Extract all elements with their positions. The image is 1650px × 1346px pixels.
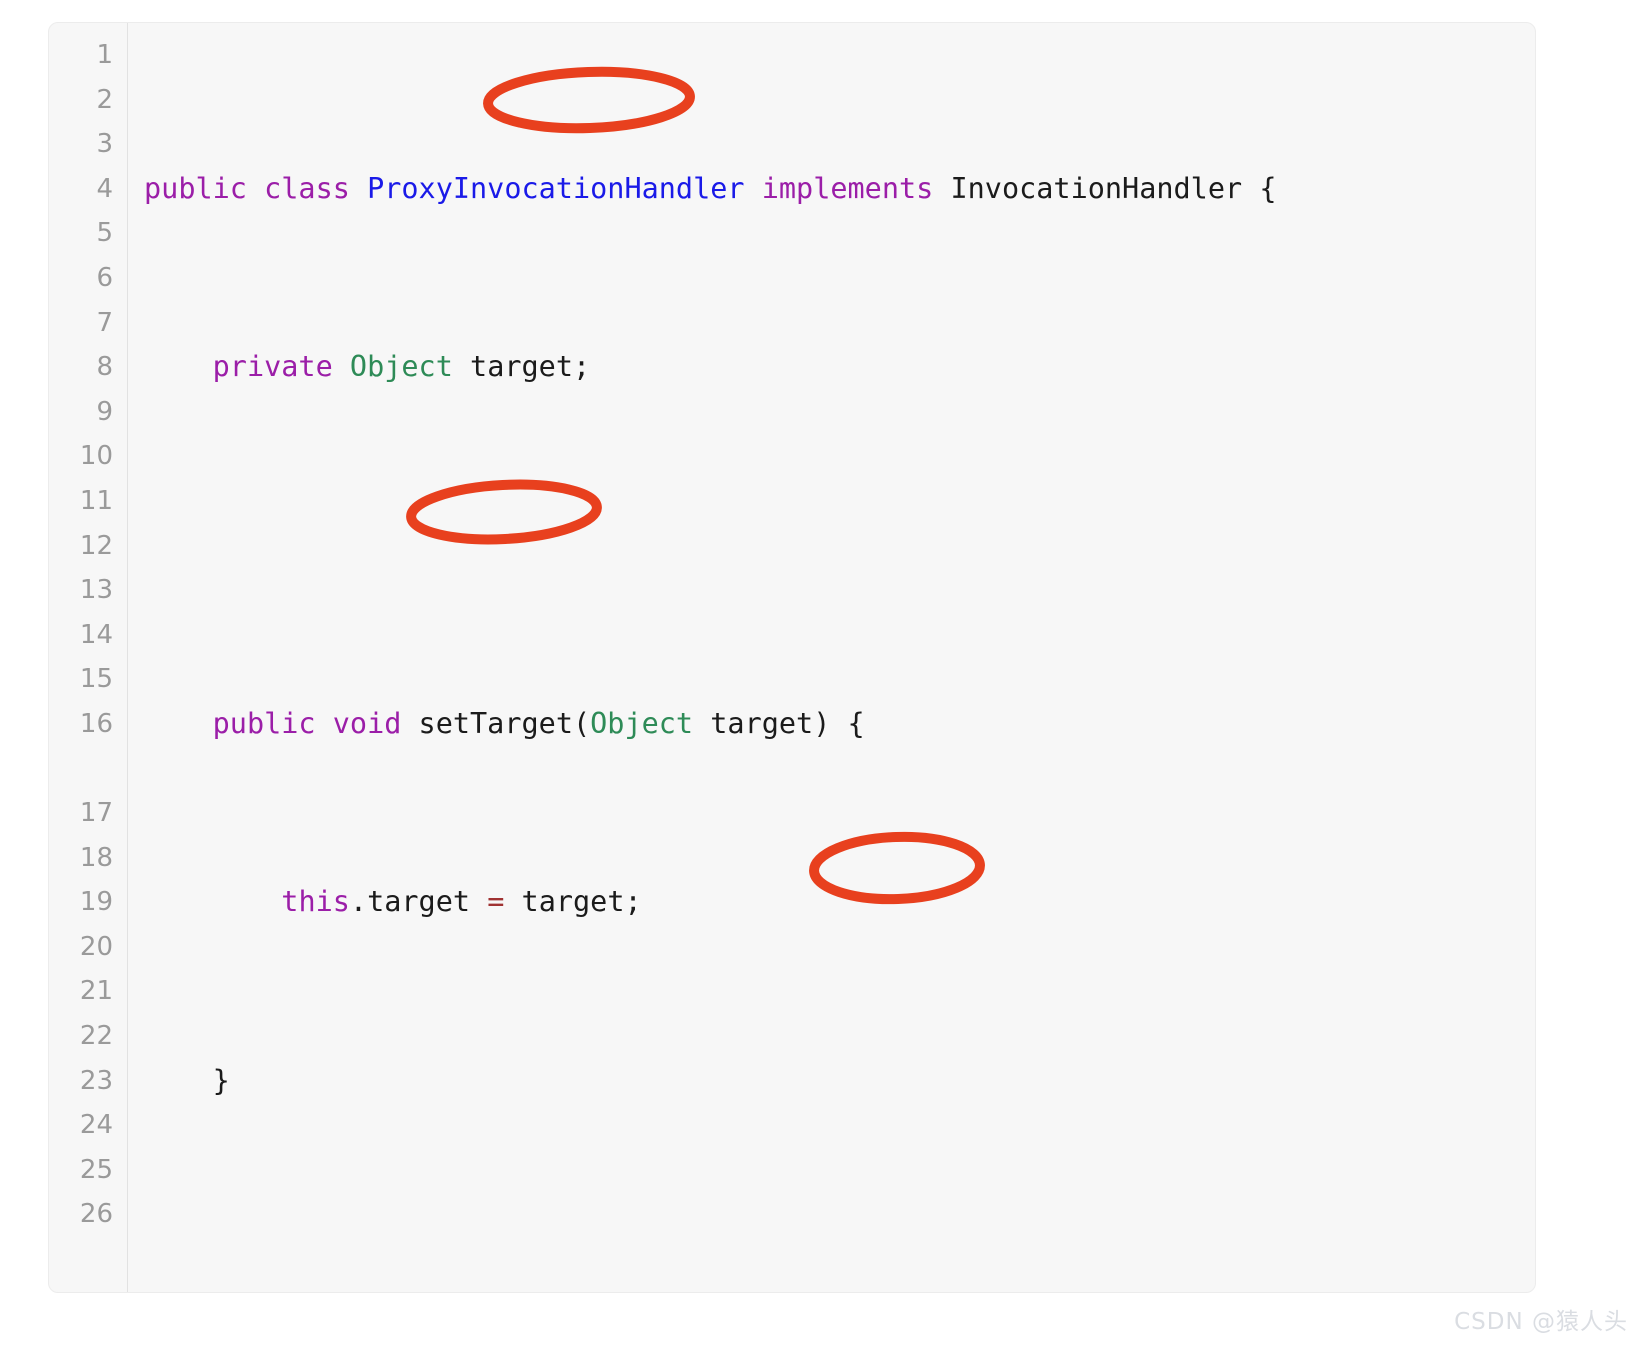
code-line-2: private Object target; <box>144 345 1535 390</box>
line-number: 24 <box>79 1110 113 1141</box>
token-keyword: this <box>281 885 350 919</box>
token-keyword: implements <box>744 171 951 205</box>
token-keyword: public class <box>144 171 368 205</box>
token-keyword: public void <box>212 706 419 740</box>
code-content[interactable]: public class ProxyInvocationHandler impl… <box>128 33 1535 1292</box>
line-number: 11 <box>79 485 113 516</box>
token-plain: .target <box>349 885 488 919</box>
token-plain: target; <box>504 885 642 919</box>
line-number-wrap-spacer <box>49 747 113 792</box>
line-number-gutter: 1 2 3 4 5 6 7 8 9 10 11 12 13 14 15 16 1… <box>49 33 127 1237</box>
line-number: 3 <box>96 129 113 160</box>
token-plain: InvocationHandler { <box>950 171 1277 205</box>
line-number: 13 <box>79 575 113 606</box>
token-class-name: ProxyInvocationHandler <box>367 171 745 205</box>
line-number: 2 <box>96 84 113 115</box>
line-number: 7 <box>96 307 113 338</box>
line-number: 20 <box>79 931 113 962</box>
line-number: 5 <box>96 218 113 249</box>
code-line-4: public void setTarget(Object target) { <box>144 702 1535 747</box>
code-line-1: public class ProxyInvocationHandler impl… <box>144 167 1535 212</box>
line-number: 21 <box>79 976 113 1007</box>
line-number: 6 <box>96 262 113 293</box>
code-block-inner: 1 2 3 4 5 6 7 8 9 10 11 12 13 14 15 16 1… <box>49 23 1535 1292</box>
token-type: Object <box>590 706 694 740</box>
code-line-5: this.target = target; <box>144 880 1535 925</box>
code-block-card: 1 2 3 4 5 6 7 8 9 10 11 12 13 14 15 16 1… <box>48 22 1536 1293</box>
token-type: Object <box>349 350 453 384</box>
line-number: 9 <box>96 396 113 427</box>
line-number: 10 <box>79 441 113 472</box>
line-number: 1 <box>96 40 113 70</box>
code-line-6: } <box>144 1059 1535 1104</box>
line-number: 17 <box>79 798 113 829</box>
line-number: 26 <box>79 1199 113 1230</box>
line-number: 15 <box>79 664 113 695</box>
line-number: 16 <box>79 708 113 739</box>
line-number: 22 <box>79 1021 113 1052</box>
line-number: 8 <box>96 352 113 383</box>
line-number: 4 <box>96 173 113 204</box>
line-number: 19 <box>79 887 113 918</box>
token-plain: target) { <box>693 706 865 740</box>
line-number: 23 <box>79 1065 113 1096</box>
token-plain: } <box>212 1063 230 1097</box>
line-number: 18 <box>79 842 113 873</box>
token-operator: = <box>487 885 505 919</box>
token-plain: target; <box>452 350 591 384</box>
line-number: 25 <box>79 1154 113 1185</box>
token-keyword: private <box>212 350 350 384</box>
csdn-watermark: CSDN @猿人头 <box>1454 1309 1628 1335</box>
token-plain: setTarget( <box>418 706 591 740</box>
line-number: 14 <box>79 619 113 650</box>
line-number: 12 <box>79 530 113 561</box>
